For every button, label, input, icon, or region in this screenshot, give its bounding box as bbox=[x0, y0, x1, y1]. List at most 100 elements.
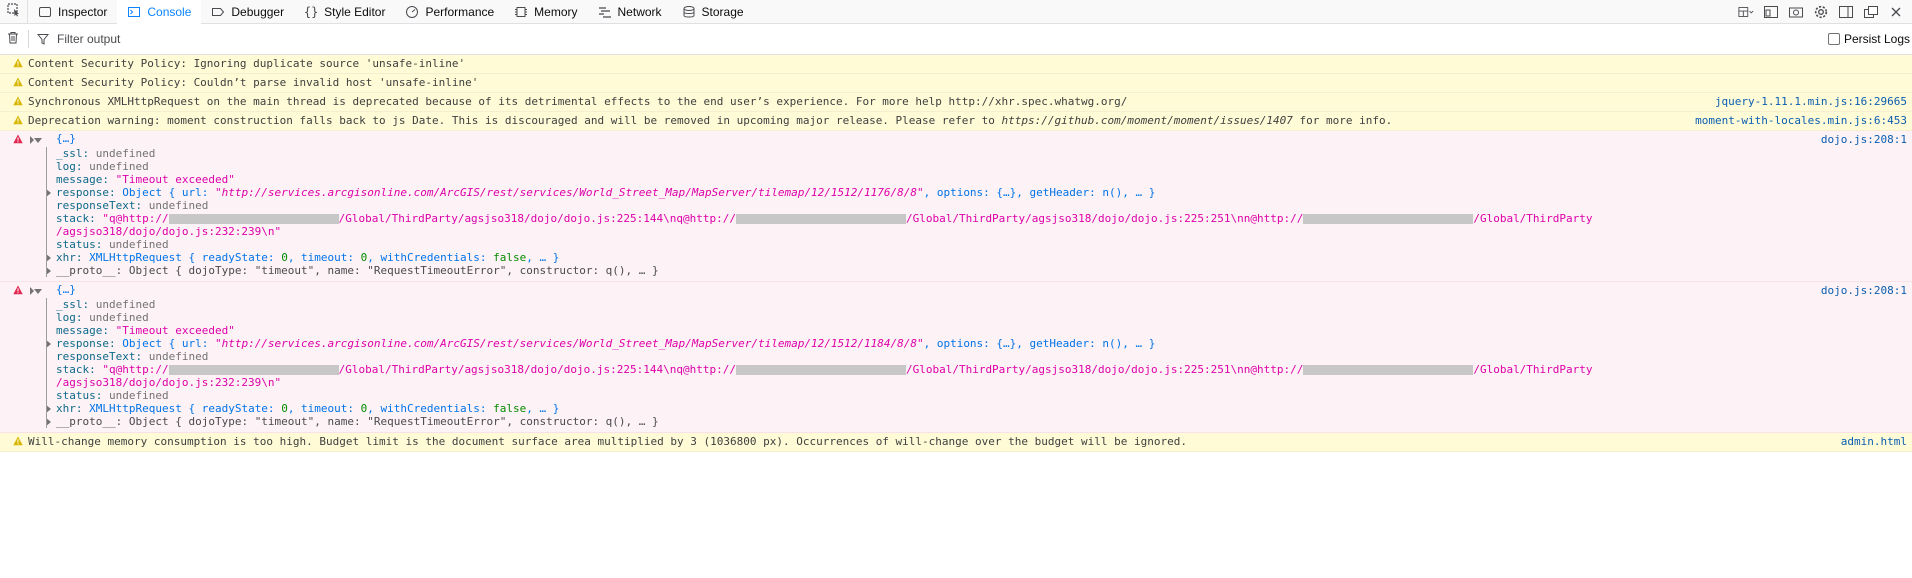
screenshot-icon[interactable] bbox=[1788, 4, 1804, 20]
message-text: Synchronous XMLHttpRequest on the main t… bbox=[28, 95, 1128, 108]
tab-memory[interactable]: Memory bbox=[504, 0, 587, 24]
property-key: log: bbox=[56, 311, 83, 324]
object-properties: _ssl: undefined log: undefined message: … bbox=[46, 147, 1912, 277]
message-url-link[interactable]: https://github.com/moment/moment/issues/… bbox=[1002, 114, 1293, 127]
property-value: XMLHttpRequest { readyState: bbox=[89, 251, 282, 264]
dock-side-icon[interactable] bbox=[1838, 4, 1854, 20]
separate-window-icon[interactable] bbox=[1863, 4, 1879, 20]
settings-gear-icon[interactable] bbox=[1813, 4, 1829, 20]
memory-icon bbox=[514, 5, 528, 19]
tab-label: Debugger bbox=[231, 4, 285, 19]
property-value: , withCredentials: bbox=[367, 402, 494, 415]
tab-label: Network bbox=[617, 4, 662, 19]
storage-icon bbox=[682, 5, 696, 19]
property-value: , timeout: bbox=[287, 402, 361, 415]
property-row[interactable]: response: Object { url: "http://services… bbox=[47, 186, 1912, 199]
error-icon bbox=[13, 285, 23, 295]
error-icon bbox=[13, 134, 23, 144]
property-value: undefined bbox=[148, 350, 209, 363]
inspector-icon bbox=[38, 5, 52, 19]
tab-label: Console bbox=[147, 4, 192, 19]
property-row: message: "Timeout exceeded" bbox=[47, 173, 1912, 186]
redacted-host bbox=[735, 214, 906, 224]
property-row: _ssl: undefined bbox=[47, 147, 1912, 160]
filter-output-input[interactable] bbox=[57, 32, 657, 46]
message-source-link[interactable]: moment-with-locales.min.js:6:453 bbox=[1695, 112, 1907, 130]
frames-icon[interactable] bbox=[1738, 4, 1754, 20]
property-row[interactable]: __proto__: Object { dojoType: "timeout",… bbox=[47, 415, 1912, 428]
stack-text: /agsjso318/dojo/dojo.js:232:239\n" bbox=[56, 225, 282, 238]
stack-text: /Global/ThirdParty bbox=[1473, 363, 1593, 376]
property-expand-toggle[interactable] bbox=[47, 405, 51, 413]
tab-network[interactable]: Network bbox=[588, 0, 672, 24]
object-preview[interactable]: {…} bbox=[0, 131, 1912, 147]
tab-storage[interactable]: Storage bbox=[672, 0, 754, 24]
message-source-link[interactable]: admin.html bbox=[1841, 433, 1907, 451]
stack-text: /Global/ThirdParty/agsjso318/dojo/dojo.j… bbox=[338, 212, 736, 225]
property-value: Object { url: bbox=[122, 186, 215, 199]
tab-console[interactable]: Console bbox=[117, 0, 202, 24]
persist-logs-label: Persist Logs bbox=[1843, 32, 1910, 46]
property-key: responseText: bbox=[56, 199, 143, 212]
tab-debugger[interactable]: Debugger bbox=[201, 0, 294, 24]
property-expand-toggle[interactable] bbox=[47, 418, 51, 426]
debugger-icon bbox=[211, 5, 225, 19]
clear-console-button[interactable] bbox=[2, 24, 24, 54]
property-key: message: bbox=[56, 324, 109, 337]
object-expand-toggle[interactable] bbox=[34, 138, 42, 143]
property-value: false bbox=[493, 251, 527, 264]
network-icon bbox=[598, 5, 612, 19]
property-value: undefined bbox=[89, 160, 149, 173]
property-row: responseText: undefined bbox=[47, 350, 1912, 363]
property-value: , withCredentials: bbox=[367, 251, 494, 264]
warning-icon bbox=[13, 436, 23, 446]
close-icon[interactable] bbox=[1888, 4, 1904, 20]
property-key: _ssl: bbox=[56, 298, 90, 311]
stack-text: /Global/ThirdParty/agsjso318/dojo/dojo.j… bbox=[338, 363, 736, 376]
persist-logs-toggle[interactable]: Persist Logs bbox=[1827, 24, 1910, 54]
stack-text: /Global/ThirdParty bbox=[1473, 212, 1593, 225]
tab-label: Memory bbox=[534, 4, 578, 19]
property-row: stack: "q@http:// /Global/ThirdParty/agsj… bbox=[47, 363, 1912, 389]
console-output: Content Security Policy: Ignoring duplic… bbox=[0, 55, 1912, 452]
tab-performance[interactable]: Performance bbox=[395, 0, 504, 24]
object-preview[interactable]: {…} bbox=[0, 282, 1912, 298]
tab-inspector[interactable]: Inspector bbox=[28, 0, 117, 24]
property-expand-toggle[interactable] bbox=[47, 254, 51, 262]
property-key: xhr: bbox=[56, 251, 83, 264]
property-row[interactable]: response: Object { url: "http://services… bbox=[47, 337, 1912, 350]
response-url: "http://services.arcgisonline.com/ArcGIS… bbox=[214, 186, 924, 199]
property-value: 0 bbox=[281, 402, 288, 415]
property-row[interactable]: xhr: XMLHttpRequest { readyState: 0, tim… bbox=[47, 251, 1912, 264]
property-key: __proto__: bbox=[56, 264, 123, 277]
element-picker-button[interactable] bbox=[0, 0, 28, 24]
warning-icon bbox=[13, 115, 23, 125]
responsive-design-icon[interactable] bbox=[1763, 4, 1779, 20]
property-value: , timeout: bbox=[287, 251, 361, 264]
tab-style-editor[interactable]: {} Style Editor bbox=[294, 0, 395, 24]
warning-message: Will-change memory consumption is too hi… bbox=[0, 433, 1912, 452]
message-source-link[interactable]: jquery-1.11.1.min.js:16:29665 bbox=[1715, 93, 1907, 111]
property-value: XMLHttpRequest { readyState: bbox=[89, 402, 282, 415]
console-filter-bar: Persist Logs bbox=[0, 24, 1912, 55]
property-value: , … } bbox=[526, 251, 560, 264]
property-value: Object { dojoType: "timeout", name: "Req… bbox=[128, 264, 659, 277]
property-expand-toggle[interactable] bbox=[47, 267, 51, 275]
property-expand-toggle[interactable] bbox=[47, 189, 51, 197]
response-url: "http://services.arcgisonline.com/ArcGIS… bbox=[214, 337, 924, 350]
property-row[interactable]: __proto__: Object { dojoType: "timeout",… bbox=[47, 264, 1912, 277]
redacted-host bbox=[168, 365, 339, 375]
redacted-host bbox=[1303, 365, 1474, 375]
message-text-part: Deprecation warning: moment construction… bbox=[28, 114, 1002, 127]
property-row: message: "Timeout exceeded" bbox=[47, 324, 1912, 337]
warning-message: Synchronous XMLHttpRequest on the main t… bbox=[0, 93, 1912, 112]
property-expand-toggle[interactable] bbox=[47, 340, 51, 348]
property-row[interactable]: xhr: XMLHttpRequest { readyState: 0, tim… bbox=[47, 402, 1912, 415]
persist-logs-checkbox[interactable] bbox=[1827, 33, 1840, 45]
property-key: xhr: bbox=[56, 402, 83, 415]
object-expand-toggle[interactable] bbox=[34, 289, 42, 294]
property-key: stack: bbox=[56, 363, 96, 376]
property-value: undefined bbox=[95, 298, 156, 311]
property-value: undefined bbox=[89, 311, 149, 324]
redacted-host bbox=[735, 365, 906, 375]
